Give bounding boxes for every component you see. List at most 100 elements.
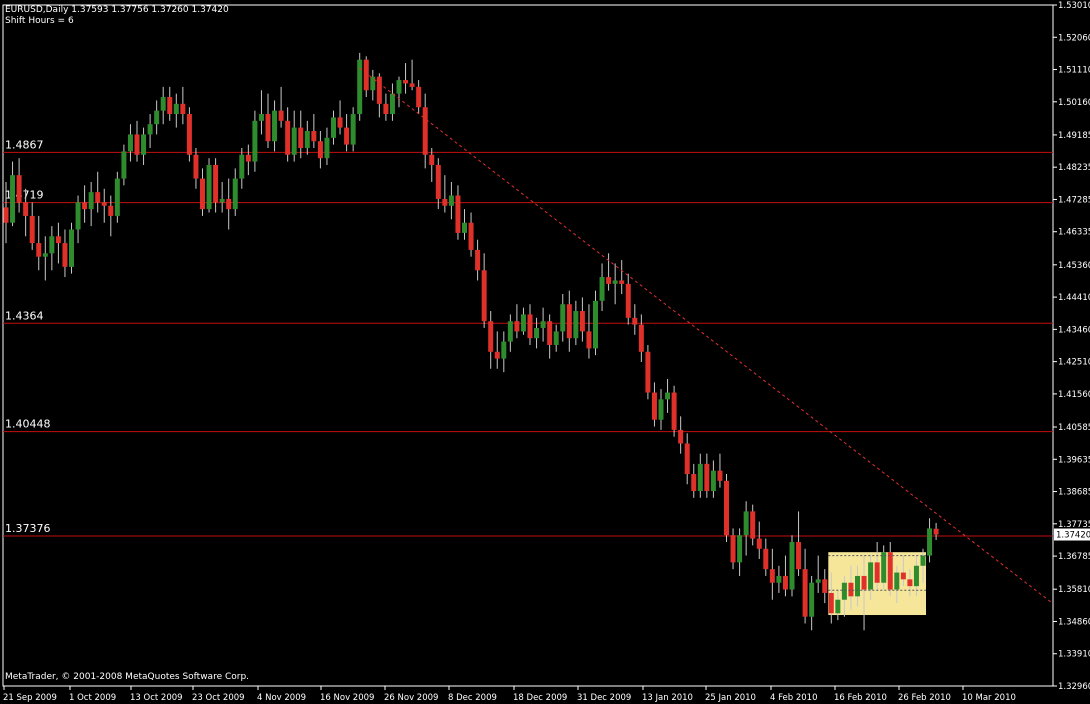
x-tick-label: 18 Dec 2009: [513, 693, 567, 703]
candle-body: [514, 321, 520, 332]
candle: [665, 378, 671, 413]
horizontal-level-label: 1.4867: [5, 138, 44, 151]
candle-body: [258, 114, 264, 121]
candle: [547, 314, 553, 359]
candle-body: [245, 154, 251, 162]
candle: [462, 209, 467, 240]
horizontal-level-label: 1.4364: [5, 309, 44, 322]
candle: [927, 518, 933, 563]
candle: [933, 522, 939, 540]
candle-body: [29, 215, 35, 244]
candle-body: [442, 198, 448, 206]
candle-body: [232, 178, 238, 210]
candle: [121, 144, 127, 186]
candle-body: [540, 321, 546, 329]
candle-body: [579, 311, 585, 332]
candle: [383, 93, 389, 121]
candle-body: [462, 222, 467, 233]
candle: [782, 555, 788, 597]
candle-body: [121, 151, 127, 179]
candle-body: [750, 511, 756, 539]
candle-body: [226, 198, 232, 210]
candle: [331, 110, 336, 145]
candle-body: [468, 222, 474, 250]
candle: [481, 253, 487, 329]
x-tick-label: 16 Feb 2010: [834, 693, 887, 703]
candle: [579, 297, 585, 342]
candle-body: [376, 76, 382, 104]
candle: [62, 229, 68, 278]
candlestick-chart[interactable]: 1.53010 1.52060 1.51110 1.50160 1.49185 1.482…: [0, 0, 1090, 704]
candle: [448, 181, 454, 220]
candle: [206, 158, 212, 213]
candle-body: [782, 575, 788, 590]
candle: [455, 185, 461, 240]
candle: [494, 331, 500, 369]
x-tick-label: 4 Nov 2009: [257, 693, 306, 703]
candle: [167, 86, 173, 121]
candle-body: [828, 592, 834, 614]
candle-body: [599, 277, 605, 301]
x-tick-label: 26 Feb 2010: [898, 693, 951, 703]
candle-body: [23, 202, 29, 216]
x-tick-label: 23 Oct 2009: [192, 693, 245, 703]
candle-body: [278, 110, 284, 121]
candle: [350, 107, 356, 152]
candle: [488, 311, 494, 369]
candle-body: [645, 351, 651, 393]
candle-body: [317, 141, 323, 159]
candle-body: [49, 236, 55, 254]
candle: [874, 541, 880, 590]
candle-body: [527, 314, 533, 339]
candle: [160, 86, 166, 125]
y-tick-label: 1.39635: [1058, 455, 1090, 465]
y-tick-label: 1.49185: [1058, 131, 1090, 141]
candle: [186, 107, 192, 162]
candle-body: [193, 154, 199, 179]
candle: [750, 504, 756, 546]
candle-body: [62, 243, 68, 267]
y-tick-label: 1.51110: [1058, 66, 1090, 76]
x-tick-label: 16 Nov 2009: [320, 693, 374, 703]
x-tick-label: 25 Jan 2010: [705, 693, 756, 703]
candle-body: [285, 120, 291, 155]
candle: [317, 131, 323, 169]
candle-body: [704, 463, 710, 492]
candle-body: [684, 443, 690, 475]
candle: [671, 385, 677, 437]
candle-body: [409, 83, 415, 87]
candle-body: [36, 243, 42, 257]
candle: [232, 168, 238, 216]
candle: [599, 263, 605, 312]
candle-body: [796, 541, 802, 570]
candle-body: [429, 154, 435, 165]
candle-body: [724, 480, 729, 536]
candle-body: [848, 582, 854, 597]
candle: [468, 212, 474, 257]
candle-body: [3, 207, 9, 223]
candle-body: [913, 565, 919, 587]
candle: [29, 202, 35, 250]
candle-body: [710, 470, 716, 492]
candle-body: [534, 328, 540, 339]
candle: [239, 147, 245, 189]
candle: [763, 538, 769, 576]
candle: [10, 161, 16, 227]
candle-body: [173, 103, 179, 115]
chart-area[interactable]: 1.53010 1.52060 1.51110 1.50160 1.49185 1.482…: [0, 0, 1090, 704]
candle-body: [553, 331, 559, 345]
candle-body: [737, 535, 743, 563]
candle-body: [448, 195, 454, 206]
x-tick-label: 13 Jan 2010: [642, 693, 693, 703]
candle: [252, 110, 258, 172]
candle-body: [763, 548, 769, 570]
candle-body: [743, 511, 749, 536]
candle-body: [835, 599, 841, 614]
candle-body: [868, 562, 874, 590]
candle: [409, 59, 415, 91]
candle: [298, 110, 304, 159]
candle-body: [612, 280, 618, 284]
candle: [258, 90, 264, 135]
candle-body: [802, 569, 808, 617]
y-tick-label: 1.44410: [1058, 293, 1090, 303]
